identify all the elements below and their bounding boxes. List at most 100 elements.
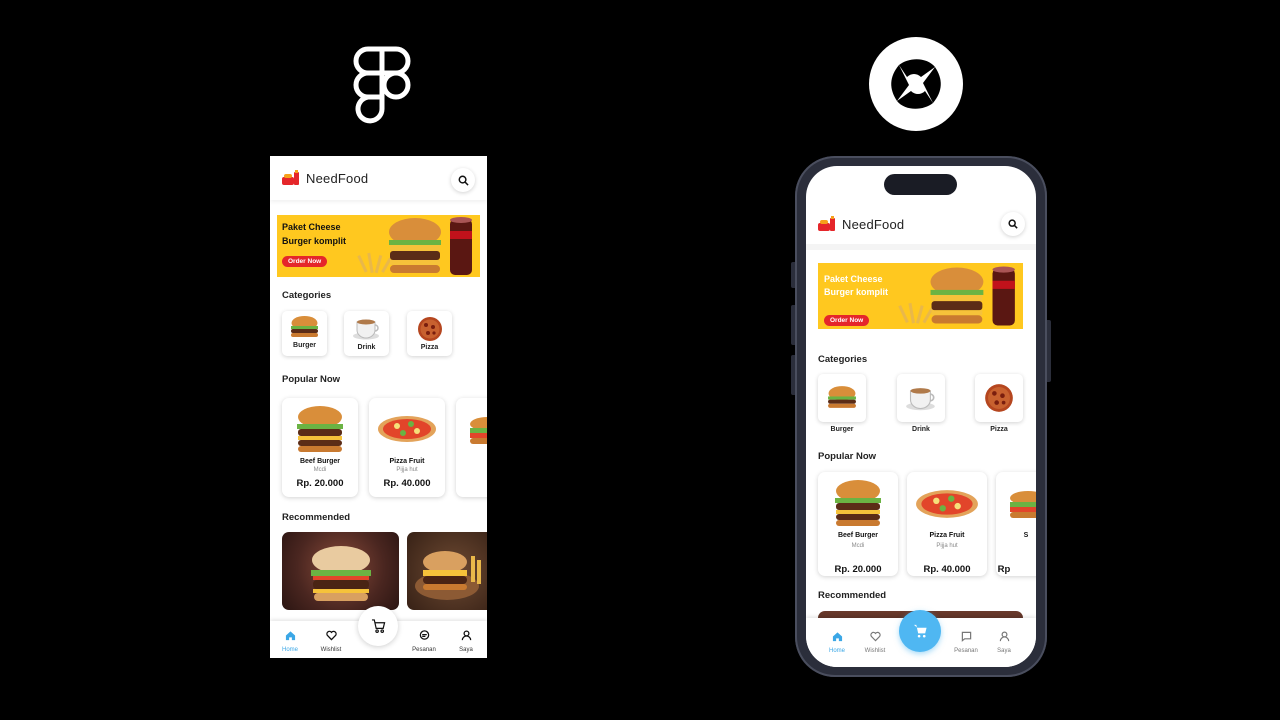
banner-line-1: Paket Cheese	[824, 274, 883, 284]
pizza-icon	[916, 490, 978, 518]
category-drink[interactable]	[897, 374, 945, 422]
popular-item-store: Pijja hut	[396, 467, 418, 473]
nav-wishlist[interactable]: Wishlist	[317, 628, 345, 653]
category-label: Burger	[830, 426, 854, 433]
popular-item-price: Rp. 40.000	[923, 564, 971, 575]
nav-label: Pesanan	[412, 647, 436, 653]
category-burger[interactable]	[818, 374, 866, 422]
popular-item-name: S	[1023, 532, 1029, 539]
nav-label: Wishlist	[864, 648, 886, 654]
popular-item-card[interactable]: Beef Burger Mcdi Rp. 20.000	[818, 472, 898, 576]
burger-icon	[297, 406, 343, 452]
pizza-icon	[985, 384, 1013, 412]
home-icon	[832, 632, 842, 642]
brand-logo-icon	[869, 37, 963, 131]
nav-pesanan[interactable]: Pesanan	[409, 628, 439, 653]
burger-fries-icon	[415, 551, 481, 600]
nav-home[interactable]: Home	[826, 629, 848, 654]
coffee-icon	[906, 388, 935, 411]
brand-logo-icon	[818, 216, 836, 232]
phone-app-screen: NeedFood Paket Cheese Burger komplit Ord…	[806, 166, 1036, 667]
banner-line-1: Paket Cheese	[282, 222, 341, 232]
figma-app-frame: NeedFood Paket Cheese Burger komplit Ord…	[270, 156, 487, 658]
heart-icon	[869, 631, 881, 642]
recommended-title: Recommended	[818, 590, 887, 601]
nav-label: Wishlist	[320, 647, 342, 653]
popular-item-price: Rp.	[456, 478, 487, 489]
category-burger[interactable]: Burger	[282, 311, 327, 356]
nav-saya[interactable]: Saya	[456, 628, 476, 653]
cart-button[interactable]	[899, 610, 941, 652]
dynamic-island	[884, 174, 957, 195]
brand-name: NeedFood	[306, 170, 369, 186]
pizza-icon	[378, 416, 436, 442]
cart-icon	[913, 624, 927, 638]
popular-item-card[interactable]: Sa Rp.	[456, 398, 487, 497]
popular-item-name: Beef Burger	[837, 532, 879, 539]
nav-home[interactable]: Home	[280, 628, 300, 653]
nav-wishlist[interactable]: Wishlist	[861, 629, 889, 654]
sandwich-icon	[470, 417, 487, 444]
popular-item-card[interactable]: Pizza Fruit Pijja hut Rp. 40.000	[907, 472, 987, 576]
coffee-icon	[353, 319, 379, 340]
category-drink[interactable]: Drink	[344, 311, 389, 356]
categories-title: Categories	[818, 354, 868, 365]
burger-fries-cola-image	[357, 217, 472, 275]
nav-label: Home	[828, 648, 845, 654]
banner-line-2: Burger komplit	[824, 287, 889, 297]
header-divider	[806, 244, 1036, 250]
recommended-title: Recommended	[282, 512, 351, 523]
user-icon	[999, 631, 1009, 642]
search-button[interactable]	[1001, 212, 1025, 236]
burger-icon	[311, 546, 371, 601]
sandwich-icon	[1010, 491, 1036, 518]
cart-button[interactable]	[358, 606, 398, 646]
burger-icon	[828, 386, 856, 408]
banner-line-2: Burger komplit	[282, 236, 347, 246]
popular-item-price: Rp. 20.000	[296, 478, 344, 489]
recommended-item-image[interactable]	[282, 532, 399, 610]
category-pizza[interactable]	[975, 374, 1023, 422]
cart-icon	[371, 619, 385, 633]
category-label: Burger	[293, 342, 316, 349]
popular-item-name: Beef Burger	[299, 458, 341, 465]
pizza-icon	[418, 317, 442, 341]
search-icon	[1008, 219, 1018, 229]
popular-item-card[interactable]: Pizza Fruit Pijja hut Rp. 40.000	[369, 398, 445, 497]
nav-label: Saya	[997, 648, 1011, 654]
burger-fries-cola-image	[898, 266, 1015, 326]
figma-logo-icon	[352, 46, 412, 132]
category-label: Drink	[357, 344, 376, 351]
category-label: Pizza	[990, 426, 1008, 433]
promo-banner[interactable]: Paket Cheese Burger komplit Order Now	[818, 263, 1023, 329]
order-now-button[interactable]: Order Now	[824, 315, 870, 326]
nav-label: Pesanan	[954, 648, 978, 654]
category-label: Pizza	[420, 344, 439, 351]
popular-item-name: Sa	[456, 458, 487, 465]
popular-item-store: Pijja hut	[936, 543, 958, 549]
app-header: NeedFood	[806, 206, 1036, 242]
home-icon	[285, 631, 295, 641]
chat-icon	[961, 631, 971, 642]
chat-icon	[419, 630, 429, 640]
heart-icon	[325, 630, 337, 641]
recommended-item-image[interactable]	[407, 532, 487, 610]
user-icon	[461, 630, 471, 641]
category-label: Drink	[912, 426, 930, 433]
nav-saya[interactable]: Saya	[994, 629, 1014, 654]
popular-item-card[interactable]: S Rp	[996, 472, 1036, 576]
category-pizza[interactable]: Pizza	[407, 311, 452, 356]
order-now-button[interactable]: Order Now	[282, 256, 328, 267]
nav-pesanan[interactable]: Pesanan	[951, 629, 981, 654]
search-button[interactable]	[451, 168, 475, 192]
popular-item-store: Mcdi	[313, 467, 327, 473]
nav-label: Home	[281, 647, 298, 653]
popular-item-name: Pizza Fruit	[929, 532, 965, 539]
categories-title: Categories	[282, 290, 332, 301]
search-icon	[458, 175, 469, 186]
promo-banner[interactable]: Paket Cheese Burger komplit Order Now	[277, 215, 480, 277]
popular-item-card[interactable]: Beef Burger Mcdi Rp. 20.000	[282, 398, 358, 497]
app-header: NeedFood	[270, 156, 487, 200]
brand-logo-icon	[282, 170, 300, 186]
nav-label: Saya	[459, 647, 473, 653]
